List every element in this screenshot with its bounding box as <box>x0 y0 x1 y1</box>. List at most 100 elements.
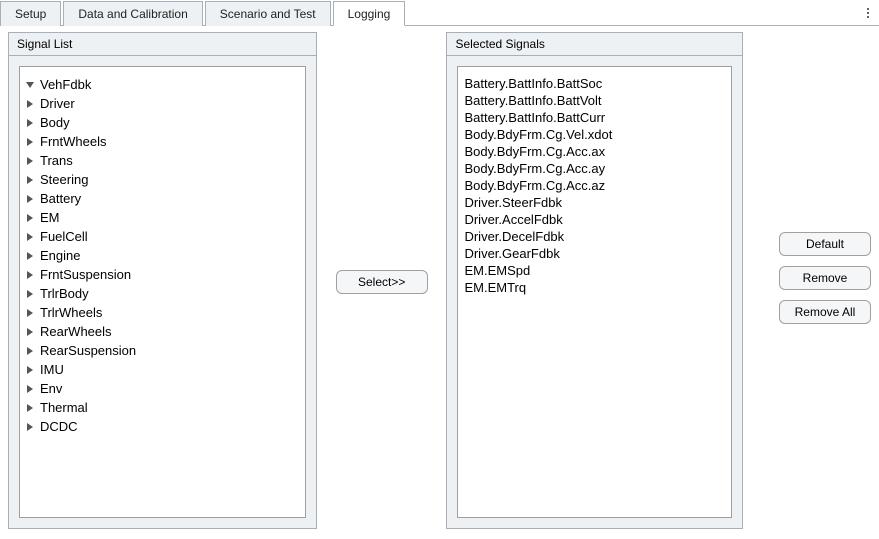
chevron-right-icon[interactable] <box>26 119 34 127</box>
chevron-right-icon[interactable] <box>26 328 34 336</box>
signal-list-title: Signal List <box>9 33 316 56</box>
tree-node[interactable]: Body <box>26 113 299 132</box>
list-item[interactable]: Driver.GearFdbk <box>464 245 725 262</box>
tree-node-label: FuelCell <box>40 229 88 244</box>
list-item[interactable]: Battery.BattInfo.BattVolt <box>464 92 725 109</box>
tree-node-label: Body <box>40 115 70 130</box>
tree-node[interactable]: Trans <box>26 151 299 170</box>
tree-node[interactable]: TrlrBody <box>26 284 299 303</box>
tree-node[interactable]: FrntSuspension <box>26 265 299 284</box>
tree-node[interactable]: Thermal <box>26 398 299 417</box>
select-button[interactable]: Select>> <box>336 270 428 294</box>
tree-node-label: TrlrWheels <box>40 305 102 320</box>
kebab-menu-icon[interactable] <box>863 8 873 18</box>
chevron-right-icon[interactable] <box>26 157 34 165</box>
chevron-right-icon[interactable] <box>26 385 34 393</box>
tree-node-label: Driver <box>40 96 75 111</box>
list-item[interactable]: EM.EMSpd <box>464 262 725 279</box>
tree-node[interactable]: FuelCell <box>26 227 299 246</box>
tab-label: Scenario and Test <box>220 7 316 21</box>
button-label: Remove All <box>795 305 856 319</box>
chevron-right-icon[interactable] <box>26 366 34 374</box>
chevron-right-icon[interactable] <box>26 214 34 222</box>
list-item[interactable]: Body.BdyFrm.Cg.Acc.az <box>464 177 725 194</box>
chevron-right-icon[interactable] <box>26 290 34 298</box>
list-item[interactable]: Battery.BattInfo.BattSoc <box>464 75 725 92</box>
tab-setup[interactable]: Setup <box>0 1 61 26</box>
chevron-right-icon[interactable] <box>26 423 34 431</box>
remove-button[interactable]: Remove <box>779 266 871 290</box>
button-label: Default <box>806 237 844 251</box>
tree-node-label: FrntWheels <box>40 134 106 149</box>
tree-node[interactable]: FrntWheels <box>26 132 299 151</box>
selected-signals-list: Battery.BattInfo.BattSocBattery.BattInfo… <box>464 75 725 296</box>
tree-node-label: DCDC <box>40 419 78 434</box>
selected-signals-title: Selected Signals <box>447 33 742 56</box>
tree-node-label: RearWheels <box>40 324 112 339</box>
tab-label: Data and Calibration <box>78 7 187 21</box>
tab-label: Setup <box>15 7 46 21</box>
chevron-right-icon[interactable] <box>26 100 34 108</box>
tree-node[interactable]: Engine <box>26 246 299 265</box>
button-label: Select>> <box>358 275 405 289</box>
list-item[interactable]: Body.BdyFrm.Cg.Vel.xdot <box>464 126 725 143</box>
list-item[interactable]: Driver.SteerFdbk <box>464 194 725 211</box>
tree-node[interactable]: IMU <box>26 360 299 379</box>
tree-node-label: VehFdbk <box>40 77 91 92</box>
tree-node[interactable]: EM <box>26 208 299 227</box>
signal-tree: VehFdbk Driver Body FrntWheels Trans Steerin… <box>26 75 299 436</box>
tree-node[interactable]: RearWheels <box>26 322 299 341</box>
chevron-down-icon[interactable] <box>26 81 34 89</box>
list-item[interactable]: EM.EMTrq <box>464 279 725 296</box>
chevron-right-icon[interactable] <box>26 195 34 203</box>
tree-node[interactable]: Env <box>26 379 299 398</box>
tab-bar-actions <box>857 0 879 25</box>
tree-node[interactable]: TrlrWheels <box>26 303 299 322</box>
chevron-right-icon[interactable] <box>26 252 34 260</box>
tree-node-label: FrntSuspension <box>40 267 131 282</box>
transfer-column: Select>> <box>317 32 447 294</box>
chevron-right-icon[interactable] <box>26 233 34 241</box>
list-item[interactable]: Body.BdyFrm.Cg.Acc.ax <box>464 143 725 160</box>
tree-node-label: Engine <box>40 248 80 263</box>
tab-scenario-and-test[interactable]: Scenario and Test <box>205 1 331 26</box>
selected-signals-panel: Selected Signals Battery.BattInfo.BattSo… <box>446 32 743 529</box>
list-item[interactable]: Driver.AccelFdbk <box>464 211 725 228</box>
chevron-right-icon[interactable] <box>26 347 34 355</box>
chevron-right-icon[interactable] <box>26 309 34 317</box>
tree-node-label: IMU <box>40 362 64 377</box>
logging-content: Signal List VehFdbk Driver Body FrntWheels… <box>0 26 879 539</box>
chevron-right-icon[interactable] <box>26 404 34 412</box>
chevron-right-icon[interactable] <box>26 271 34 279</box>
tab-data-and-calibration[interactable]: Data and Calibration <box>63 1 202 26</box>
tree-node[interactable]: Driver <box>26 94 299 113</box>
chevron-right-icon[interactable] <box>26 138 34 146</box>
tree-node[interactable]: Steering <box>26 170 299 189</box>
tab-logging[interactable]: Logging <box>333 1 406 26</box>
selected-signals-body[interactable]: Battery.BattInfo.BattSocBattery.BattInfo… <box>457 66 732 518</box>
tree-node-label: EM <box>40 210 60 225</box>
tree-node-label: Trans <box>40 153 73 168</box>
tab-label: Logging <box>348 7 391 21</box>
tree-node[interactable]: Battery <box>26 189 299 208</box>
list-item[interactable]: Driver.DecelFdbk <box>464 228 725 245</box>
tree-node-label: Battery <box>40 191 81 206</box>
tree-node[interactable]: DCDC <box>26 417 299 436</box>
list-item[interactable]: Battery.BattInfo.BattCurr <box>464 109 725 126</box>
tab-bar: Setup Data and Calibration Scenario and … <box>0 0 879 26</box>
tree-node-label: RearSuspension <box>40 343 136 358</box>
tree-node-label: TrlrBody <box>40 286 89 301</box>
chevron-right-icon[interactable] <box>26 176 34 184</box>
signal-list-body[interactable]: VehFdbk Driver Body FrntWheels Trans Steerin… <box>19 66 306 518</box>
tree-node[interactable]: RearSuspension <box>26 341 299 360</box>
tree-children: Driver Body FrntWheels Trans Steering Battery… <box>26 94 299 436</box>
tree-node-label: Env <box>40 381 62 396</box>
default-button[interactable]: Default <box>779 232 871 256</box>
tree-node-vehfdbk[interactable]: VehFdbk <box>26 75 299 94</box>
signal-list-panel: Signal List VehFdbk Driver Body FrntWheels… <box>8 32 317 529</box>
button-label: Remove <box>803 271 848 285</box>
remove-all-button[interactable]: Remove All <box>779 300 871 324</box>
action-column: Default Remove Remove All <box>751 32 871 324</box>
tree-node-label: Thermal <box>40 400 88 415</box>
list-item[interactable]: Body.BdyFrm.Cg.Acc.ay <box>464 160 725 177</box>
